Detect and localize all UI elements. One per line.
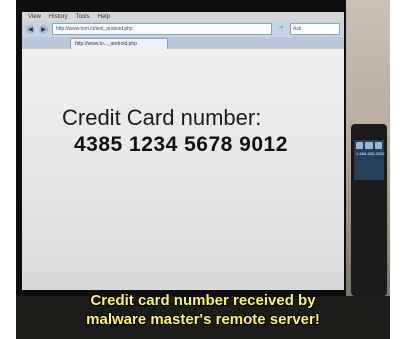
messages-icon	[374, 142, 382, 149]
credit-card-number: 4385 1234 5678 9012	[74, 133, 288, 156]
browser-window: View History Tools Help ◀ ▶ http://www.t…	[22, 12, 344, 290]
address-bar[interactable]: http://www.tom.ct/test_android.php	[52, 23, 272, 35]
subtitle-caption: Credit card number received by malware m…	[16, 291, 390, 329]
menu-item-help[interactable]: Help	[98, 14, 110, 20]
phone-app-icons	[354, 140, 384, 151]
phone-number: 1-888-555-5555	[356, 151, 385, 156]
search-input[interactable]: Ask	[290, 23, 340, 35]
smartphone: 1-888-555-5555	[351, 124, 387, 296]
tab-strip: http://www.to..._android.php	[22, 37, 344, 49]
menu-bar: View History Tools Help	[22, 12, 344, 21]
back-icon[interactable]: ◀	[26, 24, 35, 34]
caption-line-1: Credit card number received by	[90, 292, 316, 309]
phone-icon	[365, 142, 373, 149]
tab-active[interactable]: http://www.to..._android.php	[70, 38, 168, 49]
menu-item-view[interactable]: View	[28, 14, 41, 20]
menu-item-tools[interactable]: Tools	[76, 14, 90, 20]
monitor: View History Tools Help ◀ ▶ http://www.t…	[16, 0, 346, 296]
contacts-icon	[356, 142, 364, 149]
phone-screen: 1-888-555-5555	[354, 140, 384, 180]
go-icon[interactable]: ➜	[276, 24, 286, 34]
forward-icon[interactable]: ▶	[39, 24, 48, 34]
credit-card-label: Credit Card number:	[62, 105, 262, 130]
menu-item-history[interactable]: History	[49, 14, 68, 20]
nav-toolbar: ◀ ▶ http://www.tom.ct/test_android.php ➜…	[22, 21, 344, 37]
page-content: Credit Card number: 4385 1234 5678 9012	[22, 49, 344, 290]
video-frame: View History Tools Help ◀ ▶ http://www.t…	[16, 0, 390, 339]
caption-line-2: malware master's remote server!	[86, 311, 320, 328]
